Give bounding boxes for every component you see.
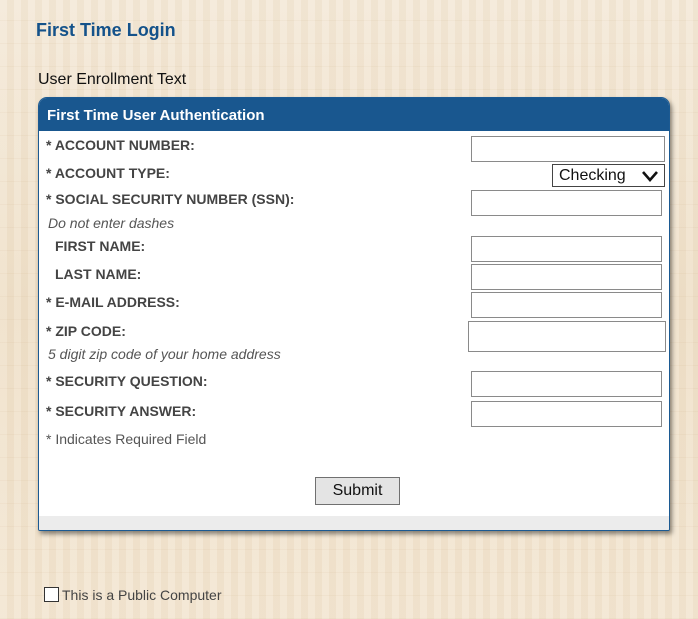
chevron-down-icon [642,171,658,182]
last-name-input[interactable] [471,264,662,290]
panel-title: First Time User Authentication [47,107,265,124]
page-title: First Time Login [36,20,176,40]
account-number-label: * ACCOUNT NUMBER: [46,137,195,153]
authentication-panel: First Time User Authentication * ACCOUNT… [38,97,670,531]
first-name-input[interactable] [471,236,662,262]
zip-code-input[interactable] [468,321,666,352]
last-name-label: LAST NAME: [55,266,142,282]
account-number-input[interactable] [471,136,665,162]
panel-footer [39,516,669,530]
first-name-label: FIRST NAME: [55,238,146,254]
account-type-label: * ACCOUNT TYPE: [46,165,170,181]
ssn-label: * SOCIAL SECURITY NUMBER (SSN): [46,191,295,207]
submit-button[interactable]: Submit [315,477,400,505]
security-answer-label: * SECURITY ANSWER: [46,403,197,419]
account-type-selected-value: Checking [559,167,626,184]
form-body: * ACCOUNT NUMBER: * ACCOUNT TYPE: Checki… [39,131,669,516]
required-field-note: * Indicates Required Field [46,431,207,447]
ssn-input[interactable] [471,190,662,216]
ssn-hint: Do not enter dashes [48,215,175,231]
account-type-select[interactable]: Checking [552,164,665,187]
security-question-label: * SECURITY QUESTION: [46,373,208,389]
security-question-input[interactable] [471,371,662,397]
zip-code-hint: 5 digit zip code of your home address [48,346,281,362]
panel-header: First Time User Authentication [39,98,669,131]
zip-code-label: * ZIP CODE: [46,323,126,339]
public-computer-label: This is a Public Computer [62,587,222,603]
enrollment-text: User Enrollment Text [38,71,187,88]
public-computer-checkbox[interactable] [44,587,59,602]
security-answer-input[interactable] [471,401,662,427]
email-input[interactable] [471,292,662,318]
email-label: * E-MAIL ADDRESS: [46,294,180,310]
